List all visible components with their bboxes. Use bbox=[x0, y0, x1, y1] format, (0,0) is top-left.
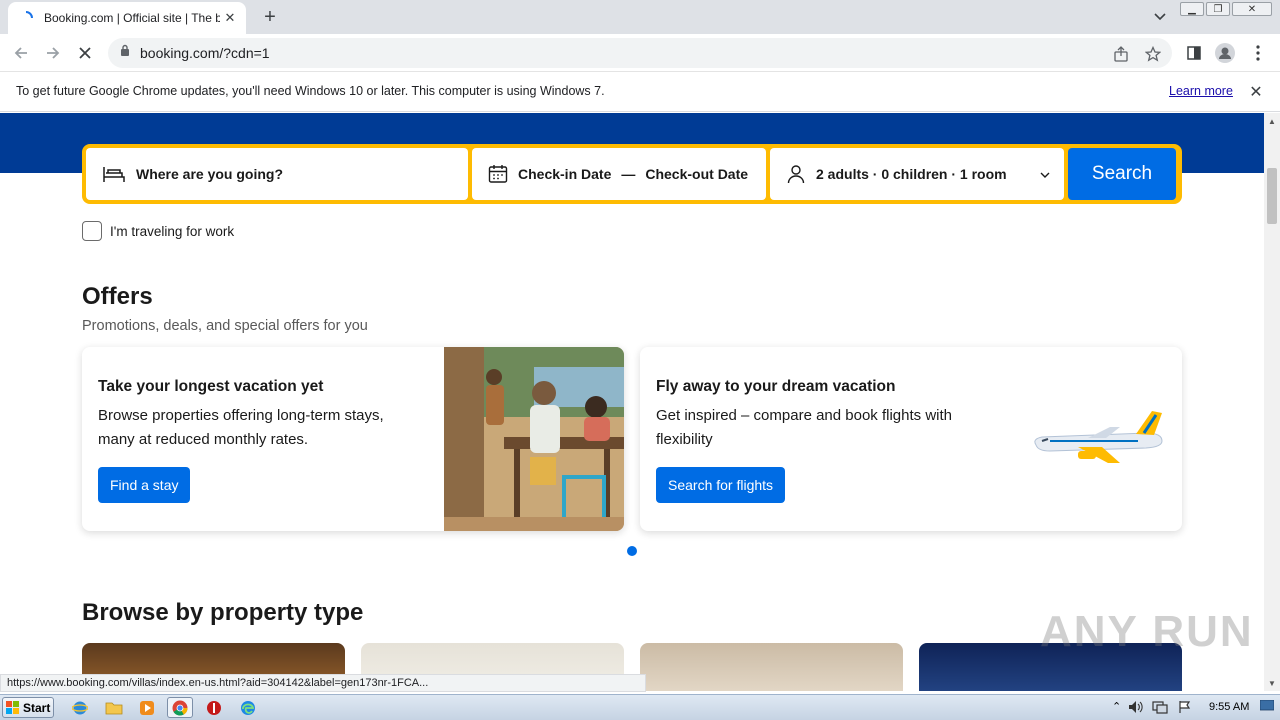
profile-avatar-icon[interactable] bbox=[1214, 42, 1236, 64]
browse-heading: Browse by property type bbox=[82, 599, 364, 626]
side-panel-icon[interactable] bbox=[1183, 42, 1205, 64]
chrome-taskbar-icon[interactable] bbox=[167, 697, 193, 718]
offer-card-long-stay: Take your longest vacation yet Browse pr… bbox=[82, 347, 624, 531]
infobar-message: To get future Google Chrome updates, you… bbox=[16, 84, 605, 98]
url-text: booking.com/?cdn=1 bbox=[140, 45, 270, 61]
guests-field[interactable]: 2 adults · 0 children · 1 room bbox=[770, 148, 1064, 200]
guests-summary: 2 adults · 0 children · 1 room bbox=[816, 166, 1007, 182]
start-button[interactable]: Start bbox=[2, 697, 54, 718]
update-infobar: To get future Google Chrome updates, you… bbox=[0, 72, 1280, 112]
window-controls: ▁ ❐ ✕ bbox=[1180, 2, 1272, 16]
search-for-flights-button[interactable]: Search for flights bbox=[656, 467, 786, 503]
new-tab-button[interactable]: + bbox=[258, 6, 282, 28]
media-player-icon[interactable] bbox=[134, 697, 160, 718]
chevron-down-icon bbox=[1040, 166, 1050, 182]
family-vacation-photo bbox=[444, 347, 624, 531]
vertical-scrollbar[interactable]: ▲ ▼ bbox=[1264, 113, 1280, 691]
carousel-dot[interactable] bbox=[627, 546, 637, 556]
checkout-label: Check-out Date bbox=[645, 166, 749, 182]
internet-explorer-icon[interactable] bbox=[67, 697, 93, 718]
lock-icon[interactable] bbox=[120, 44, 130, 62]
close-tab-icon[interactable]: ✕ bbox=[222, 10, 238, 26]
offer-card-text: Browse properties offering long-term sta… bbox=[98, 407, 384, 448]
offer-card-text: Get inspired – compare and book flights … bbox=[656, 407, 952, 448]
close-window-button[interactable]: ✕ bbox=[1232, 2, 1272, 16]
scroll-down-arrow-icon[interactable]: ▼ bbox=[1268, 679, 1276, 688]
learn-more-link[interactable]: Learn more bbox=[1169, 84, 1233, 98]
show-hidden-icons-icon[interactable]: ⌃ bbox=[1112, 700, 1121, 713]
date-separator: — bbox=[621, 166, 636, 182]
page-content: Where are you going? Check-in Date — Che… bbox=[0, 113, 1264, 691]
status-bubble-url: https://www.booking.com/villas/index.en-… bbox=[0, 674, 646, 692]
restore-button[interactable]: ❐ bbox=[1206, 2, 1230, 16]
checkin-label: Check-in Date bbox=[518, 166, 612, 182]
forward-icon[interactable] bbox=[42, 42, 64, 64]
network-icon[interactable] bbox=[1152, 700, 1168, 717]
dates-field[interactable]: Check-in Date — Check-out Date bbox=[472, 148, 766, 200]
volume-icon[interactable] bbox=[1128, 700, 1144, 717]
work-travel-checkbox[interactable] bbox=[82, 221, 102, 241]
share-icon[interactable] bbox=[1112, 45, 1130, 63]
bed-icon bbox=[102, 164, 126, 184]
airplane-illustration bbox=[1034, 411, 1163, 463]
windows-logo-icon bbox=[6, 700, 20, 715]
destination-placeholder: Where are you going? bbox=[136, 166, 284, 182]
calendar-icon bbox=[488, 164, 508, 184]
start-label: Start bbox=[23, 700, 51, 715]
work-travel-label: I'm traveling for work bbox=[110, 223, 235, 239]
search-bar: Where are you going? Check-in Date — Che… bbox=[82, 144, 1182, 204]
action-center-flag-icon[interactable] bbox=[1178, 700, 1192, 717]
search-button[interactable]: Search bbox=[1068, 148, 1176, 200]
bookmark-star-icon[interactable] bbox=[1144, 45, 1162, 63]
edge-browser-icon[interactable] bbox=[235, 697, 261, 718]
offer-card-title: Fly away to your dream vacation bbox=[656, 378, 896, 395]
offers-heading: Offers bbox=[82, 283, 153, 310]
offer-card-flights: Fly away to your dream vacation Get insp… bbox=[640, 347, 1182, 531]
security-app-icon[interactable] bbox=[201, 697, 227, 718]
offer-card-title: Take your longest vacation yet bbox=[98, 378, 324, 395]
scroll-up-arrow-icon[interactable]: ▲ bbox=[1268, 117, 1276, 126]
person-icon bbox=[786, 164, 806, 184]
destination-field[interactable]: Where are you going? bbox=[86, 148, 468, 200]
windows-taskbar: Start ⌃ 9:55 AM bbox=[0, 694, 1280, 720]
address-bar[interactable]: booking.com/?cdn=1 bbox=[108, 38, 1172, 68]
close-infobar-icon[interactable]: ✕ bbox=[1248, 84, 1264, 101]
screen: Booking.com | Official site | The best ✕… bbox=[0, 0, 1280, 720]
property-type-resorts[interactable] bbox=[640, 643, 903, 691]
scrollbar-thumb[interactable] bbox=[1267, 168, 1277, 224]
browser-tab[interactable]: Booking.com | Official site | The best ✕ bbox=[8, 2, 246, 34]
minimize-button[interactable]: ▁ bbox=[1180, 2, 1204, 16]
tab-title: Booking.com | Official site | The best bbox=[44, 11, 220, 25]
menu-kebab-icon[interactable] bbox=[1247, 42, 1269, 64]
tab-strip: Booking.com | Official site | The best ✕… bbox=[0, 0, 1280, 34]
stop-loading-icon[interactable] bbox=[74, 42, 96, 64]
taskbar-clock[interactable]: 9:55 AM bbox=[1209, 701, 1249, 713]
work-travel-option[interactable]: I'm traveling for work bbox=[82, 221, 234, 241]
back-icon[interactable] bbox=[10, 42, 32, 64]
loading-icon bbox=[18, 10, 34, 26]
browser-toolbar: booking.com/?cdn=1 bbox=[0, 34, 1280, 72]
find-a-stay-button[interactable]: Find a stay bbox=[98, 467, 191, 503]
tab-search-icon[interactable] bbox=[1150, 8, 1170, 26]
show-desktop-icon[interactable] bbox=[1259, 699, 1275, 715]
anyrun-watermark: ANY RUN bbox=[1040, 607, 1254, 656]
file-explorer-icon[interactable] bbox=[101, 697, 127, 718]
offers-subheading: Promotions, deals, and special offers fo… bbox=[82, 318, 368, 334]
